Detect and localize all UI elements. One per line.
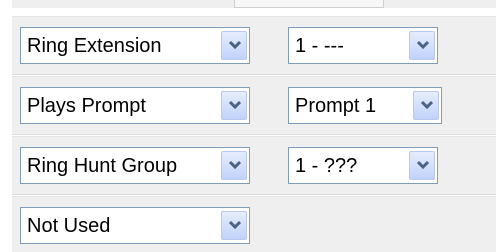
option-row: Plays Prompt Prompt 1	[12, 76, 496, 135]
action-type-select[interactable]: Ring Extension	[20, 27, 250, 64]
chevron-down-icon	[228, 40, 242, 50]
chevron-down-icon	[228, 220, 242, 230]
dropdown-button[interactable]	[413, 91, 439, 120]
chevron-down-icon	[416, 40, 430, 50]
dropdown-button[interactable]	[221, 211, 247, 240]
chevron-down-icon	[228, 160, 242, 170]
chevron-down-icon	[228, 100, 242, 110]
chevron-down-icon	[416, 160, 430, 170]
action-target-select[interactable]: 1 - ---	[288, 27, 438, 64]
action-target-value: 1 - ???	[295, 155, 358, 177]
dropdown-button[interactable]	[221, 91, 247, 120]
partially-visible-field	[234, 0, 384, 8]
action-type-select[interactable]: Not Used	[20, 207, 250, 244]
action-target-value: Prompt 1	[295, 95, 377, 117]
action-target-value: 1 - ---	[295, 35, 344, 57]
option-row: Ring Hunt Group 1 - ???	[12, 136, 496, 195]
action-target-select[interactable]: Prompt 1	[288, 87, 442, 124]
option-row: Not Used	[12, 196, 496, 252]
chevron-down-icon	[420, 100, 434, 110]
dropdown-button[interactable]	[221, 151, 247, 180]
menu-options-panel: Ring Extension 1 - --- Plays Prompt Prom…	[0, 0, 496, 252]
option-rows-panel: Ring Extension 1 - --- Plays Prompt Prom…	[12, 8, 496, 252]
option-row: Ring Extension 1 - ---	[12, 16, 496, 75]
action-type-select[interactable]: Ring Hunt Group	[20, 147, 250, 184]
action-type-value: Ring Extension	[27, 35, 162, 57]
action-type-select[interactable]: Plays Prompt	[20, 87, 250, 124]
action-type-value: Not Used	[27, 215, 111, 237]
dropdown-button[interactable]	[409, 151, 435, 180]
action-type-value: Plays Prompt	[27, 95, 146, 117]
dropdown-button[interactable]	[409, 31, 435, 60]
dropdown-button[interactable]	[221, 31, 247, 60]
action-type-value: Ring Hunt Group	[27, 155, 178, 177]
action-target-select[interactable]: 1 - ???	[288, 147, 438, 184]
